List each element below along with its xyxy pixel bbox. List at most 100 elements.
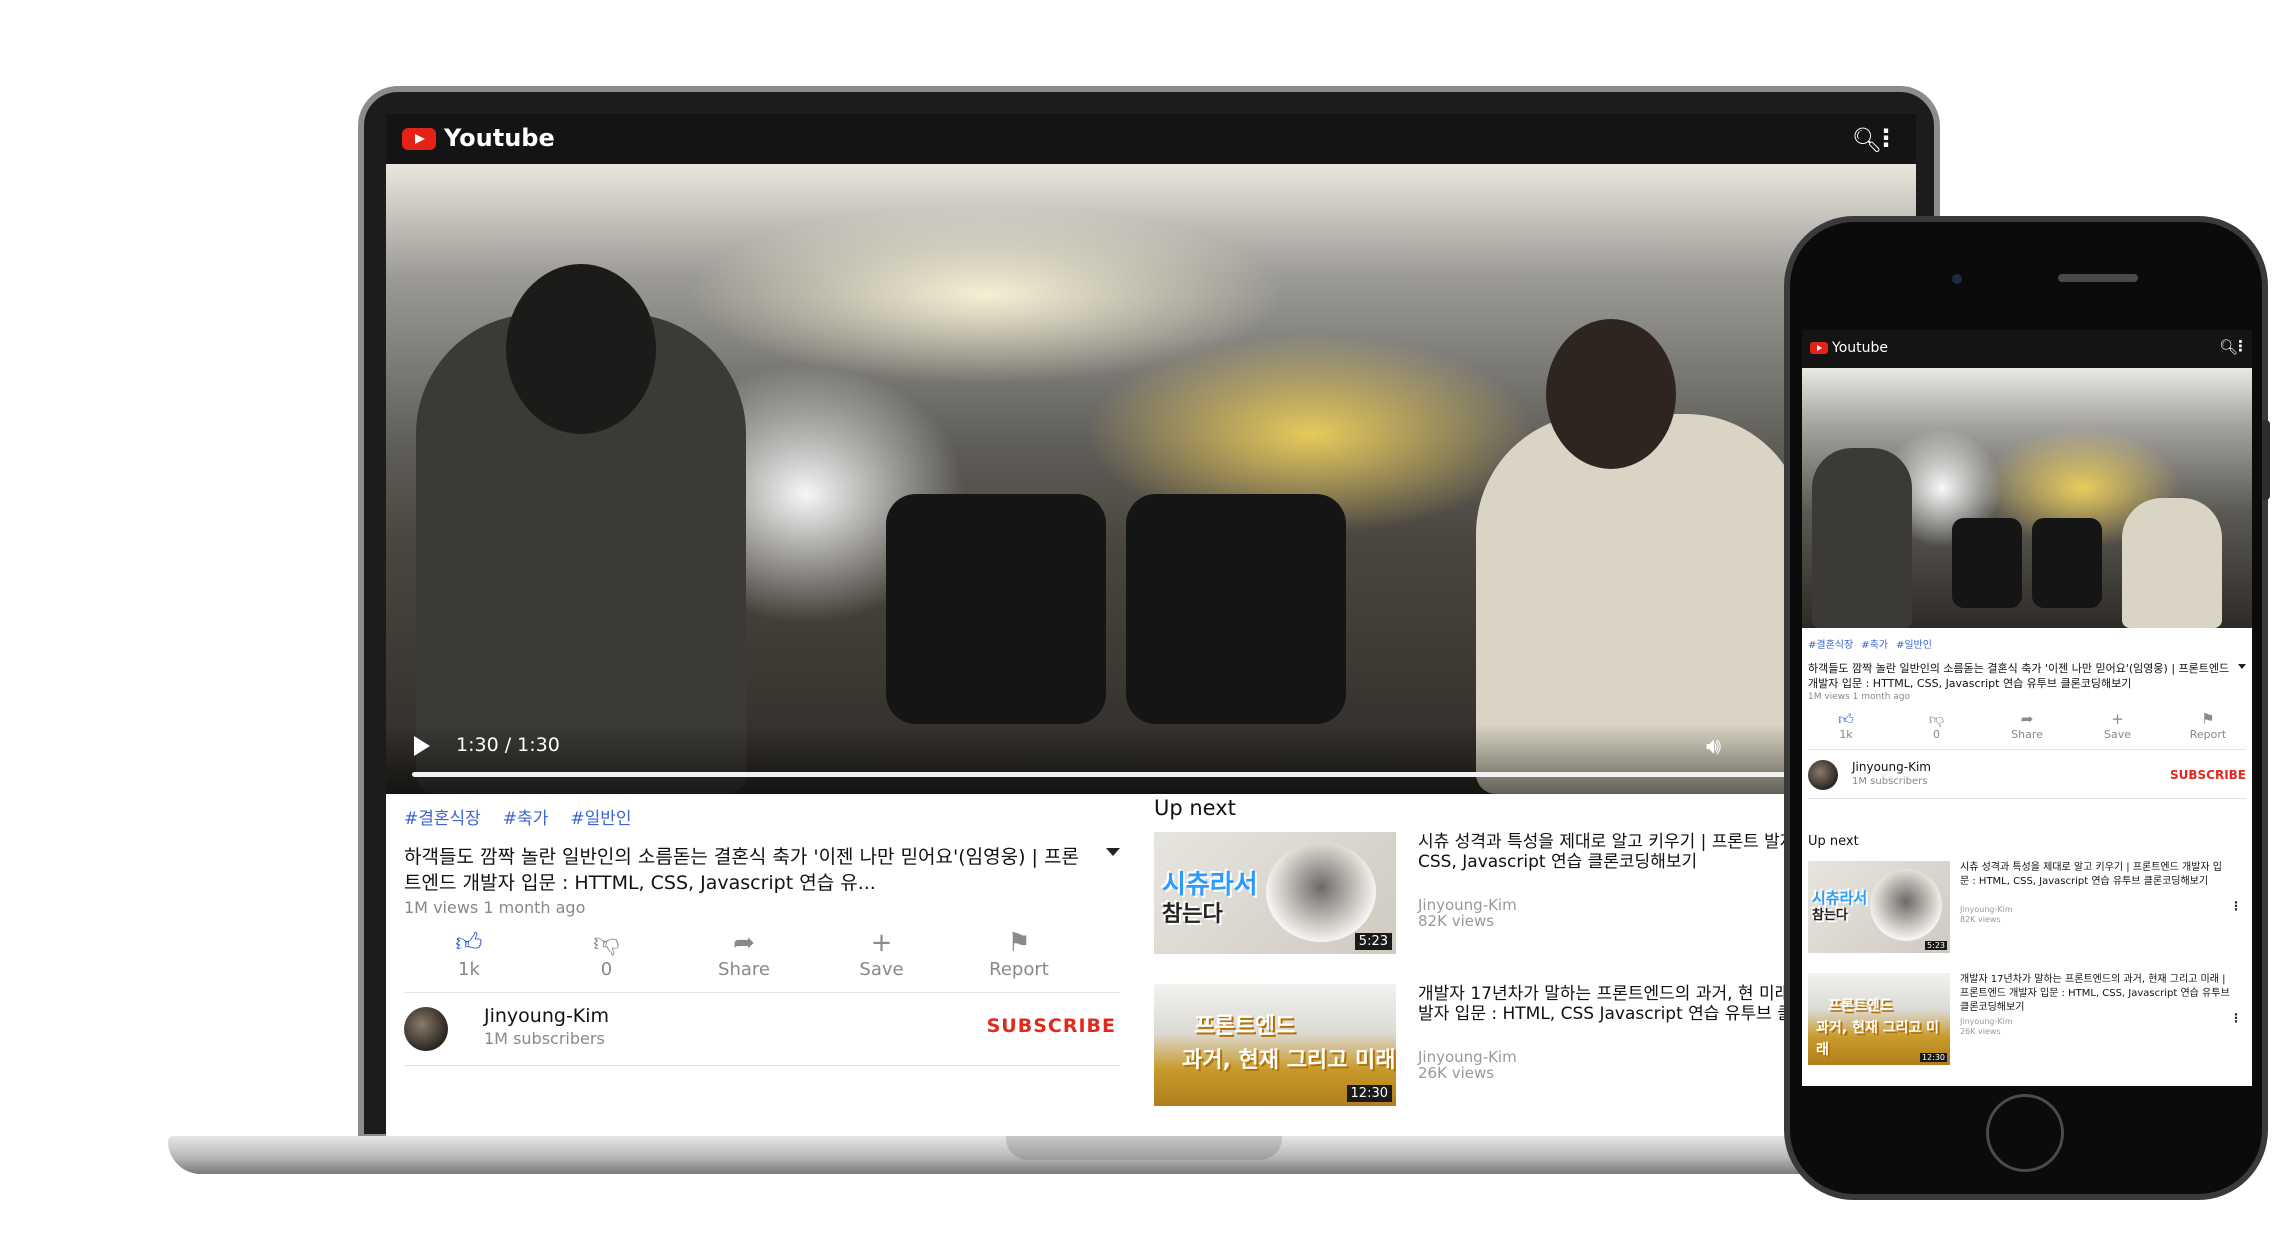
video-title: 하객들도 깜짝 놀란 일반인의 소름돋는 결혼식 축가 '이젠 나만 믿어요'(…: [404, 846, 1079, 894]
subscriber-count: 1M subscribers: [484, 1029, 605, 1048]
video-progress-bar[interactable]: [412, 772, 1792, 777]
thumbnail-caption-1: 시츄라서: [1162, 870, 1258, 900]
tag-link[interactable]: #결혼식장: [1808, 636, 1853, 651]
report-label: Report: [2189, 728, 2227, 741]
video-chair: [1952, 518, 2022, 608]
brand-name[interactable]: Youtube: [444, 124, 555, 152]
video-thumbnail[interactable]: 프론트엔드과거, 현재 그리고 미래 12:30: [1154, 984, 1396, 1106]
duration-badge: 5:23: [1925, 941, 1947, 950]
dislike-button[interactable]: 👎︎ 0: [552, 927, 662, 980]
video-thumbnail[interactable]: 시츄라서 참는다 5:23: [1154, 832, 1396, 954]
share-button[interactable]: ➦ Share: [689, 927, 799, 980]
video-title-row: 하객들도 깜짝 놀란 일반인의 소름돋는 결혼식 축가 '이젠 나만 믿어요'(…: [1808, 661, 2246, 691]
save-button[interactable]: + Save: [2088, 710, 2148, 741]
share-label: Share: [2011, 728, 2043, 741]
channel-row: Jinyoung-Kim 1M subscribers SUBSCRIBE: [404, 992, 1120, 1066]
up-next-section: Up next 시츄라서 참는다 5:23 시츄 성격과 특성을 제대로 알고 키…: [1808, 834, 2246, 1073]
up-next-label: Up next: [1808, 834, 1859, 849]
save-button[interactable]: + Save: [827, 927, 937, 980]
tag-link[interactable]: #결혼식장: [404, 804, 481, 830]
thumbnail-caption-2: 참는다: [1812, 908, 1848, 923]
list-item-title[interactable]: 시츄 성격과 특성을 제대로 알고 키우기 | 프론트엔드 개발자 입문 : H…: [1960, 861, 2230, 889]
laptop-screen: Youtube 🔍︎ ⋮ 1:30 / 1:30 🔊︎ #결혼식장 #축가 #일…: [386, 114, 1916, 1140]
video-controls: 1:30 / 1:30 🔊︎: [386, 724, 1916, 794]
dislike-button[interactable]: 👎︎ 0: [1907, 710, 1967, 741]
like-button[interactable]: 👍︎ 1k: [1816, 710, 1876, 741]
expand-caret-icon[interactable]: [1106, 848, 1120, 856]
thumbnail-caption: 시츄라서 참는다: [1812, 889, 1867, 925]
list-item[interactable]: 프론트엔드 과거, 현재 그리고 미래 12:30 개발자 17년차가 말하는 프…: [1808, 973, 2246, 1073]
header: Youtube 🔍︎ ⋮: [386, 114, 1916, 164]
video-info: #결혼식장 #축가 #일반인 하객들도 깜짝 놀란 일반인의 소름돋는 결혼식 …: [1808, 636, 2246, 799]
list-item[interactable]: 시츄라서 참는다 5:23 시츄 성격과 특성을 제대로 알고 키우기 | 프론트…: [1808, 861, 2246, 961]
list-item-views: 26K views: [1960, 1027, 2001, 1036]
dog-image: [1266, 842, 1376, 942]
video-tags: #결혼식장 #축가 #일반인: [1808, 636, 2246, 651]
save-label: Save: [2103, 728, 2131, 741]
share-icon: ➦: [2020, 710, 2034, 728]
subscriber-count: 1M subscribers: [1852, 776, 1928, 787]
like-button[interactable]: 👍︎ 1k: [414, 927, 524, 980]
youtube-logo-icon[interactable]: [402, 128, 436, 150]
video-guest: [2122, 498, 2222, 628]
phone-speaker: [2058, 274, 2138, 282]
video-chair: [1126, 494, 1346, 724]
duration-badge: 12:30: [1346, 1085, 1392, 1102]
more-vert-icon[interactable]: ⋮: [1874, 124, 1898, 152]
channel-name[interactable]: Jinyoung-Kim: [1852, 760, 1931, 774]
avatar[interactable]: [404, 1007, 448, 1051]
report-button[interactable]: ⚑ Report: [964, 927, 1074, 980]
like-count: 1k: [1839, 728, 1853, 741]
thumbnail-caption-2: 참는다: [1162, 902, 1223, 927]
thumbs-down-icon: 👎︎: [1928, 710, 1945, 728]
more-vert-icon[interactable]: ⋮: [2233, 337, 2248, 355]
action-bar: 👍︎ 1k 👎︎ 0 ➦ Share + Save ⚑ Report: [1808, 710, 2246, 741]
report-label: Report: [989, 959, 1049, 980]
flag-icon: ⚑: [2201, 710, 2215, 728]
share-icon: ➦: [733, 928, 755, 958]
tag-link[interactable]: #축가: [1861, 636, 1888, 651]
tag-link[interactable]: #일반인: [1896, 636, 1932, 651]
thumbs-up-icon: 👍︎: [1838, 710, 1854, 728]
brand-name[interactable]: Youtube: [1832, 340, 1888, 356]
subscribe-button[interactable]: SUBSCRIBE: [2170, 768, 2246, 782]
tag-link[interactable]: #축가: [503, 804, 549, 830]
report-button[interactable]: ⚑ Report: [2178, 710, 2238, 741]
thumbs-up-icon: 👍︎: [455, 928, 483, 958]
tag-link[interactable]: #일반인: [570, 804, 631, 830]
list-item-views: 26K views: [1418, 1064, 1495, 1082]
phone-screen: Youtube 🔍︎ ⋮ #결혼식장 #축가 #일반인 하객들도 깜짝 놀란 일…: [1802, 330, 2252, 1086]
video-time: 1:30 / 1:30: [456, 734, 560, 756]
thumbnail-caption-2: 과거, 현재 그리고 미래: [1182, 1048, 1396, 1073]
video-player[interactable]: 1:30 / 1:30 🔊︎: [386, 164, 1916, 794]
volume-icon[interactable]: 🔊︎: [1706, 732, 1721, 760]
plus-icon: +: [2111, 710, 2124, 728]
phone-camera: [1952, 274, 1962, 284]
play-icon[interactable]: [414, 736, 430, 756]
more-vert-icon[interactable]: ⋮: [2230, 1011, 2242, 1025]
list-item-title[interactable]: 개발자 17년차가 말하는 프론트엔드의 과거, 현재 그리고 미래 | 프론트…: [1960, 973, 2230, 1015]
thumbnail-caption: 시츄라서 참는다: [1162, 870, 1258, 930]
phone-home-button: [1986, 1094, 2064, 1172]
expand-caret-icon[interactable]: [2238, 664, 2246, 669]
thumbnail-caption-1: 프론트엔드: [1194, 1014, 1296, 1039]
video-chair: [886, 494, 1106, 724]
thumbnail-caption-1: 시츄라서: [1812, 889, 1868, 907]
thumbnail-caption-1: 프론트엔드: [1828, 998, 1893, 1014]
video-thumbnail[interactable]: 프론트엔드 과거, 현재 그리고 미래 12:30: [1808, 973, 1950, 1065]
action-bar: 👍︎ 1k 👎︎ 0 ➦ Share + Save ⚑ Report: [404, 927, 1084, 980]
channel-row: Jinyoung-Kim 1M subscribers SUBSCRIBE: [1808, 749, 2246, 799]
more-vert-icon[interactable]: ⋮: [2230, 899, 2242, 913]
video-player[interactable]: [1802, 368, 2252, 628]
channel-name[interactable]: Jinyoung-Kim: [484, 1005, 609, 1027]
share-label: Share: [718, 959, 770, 980]
avatar[interactable]: [1808, 760, 1838, 790]
youtube-logo-icon[interactable]: [1810, 342, 1828, 354]
thumbs-down-icon: 👎︎: [593, 928, 620, 958]
flag-icon: ⚑: [1007, 928, 1031, 958]
video-thumbnail[interactable]: 시츄라서 참는다 5:23: [1808, 861, 1950, 953]
video-title: 하객들도 깜짝 놀란 일반인의 소름돋는 결혼식 축가 '이젠 나만 믿어요'(…: [1808, 662, 2230, 690]
dislike-count: 0: [600, 959, 613, 980]
share-button[interactable]: ➦ Share: [1997, 710, 2057, 741]
subscribe-button[interactable]: SUBSCRIBE: [987, 1015, 1116, 1037]
